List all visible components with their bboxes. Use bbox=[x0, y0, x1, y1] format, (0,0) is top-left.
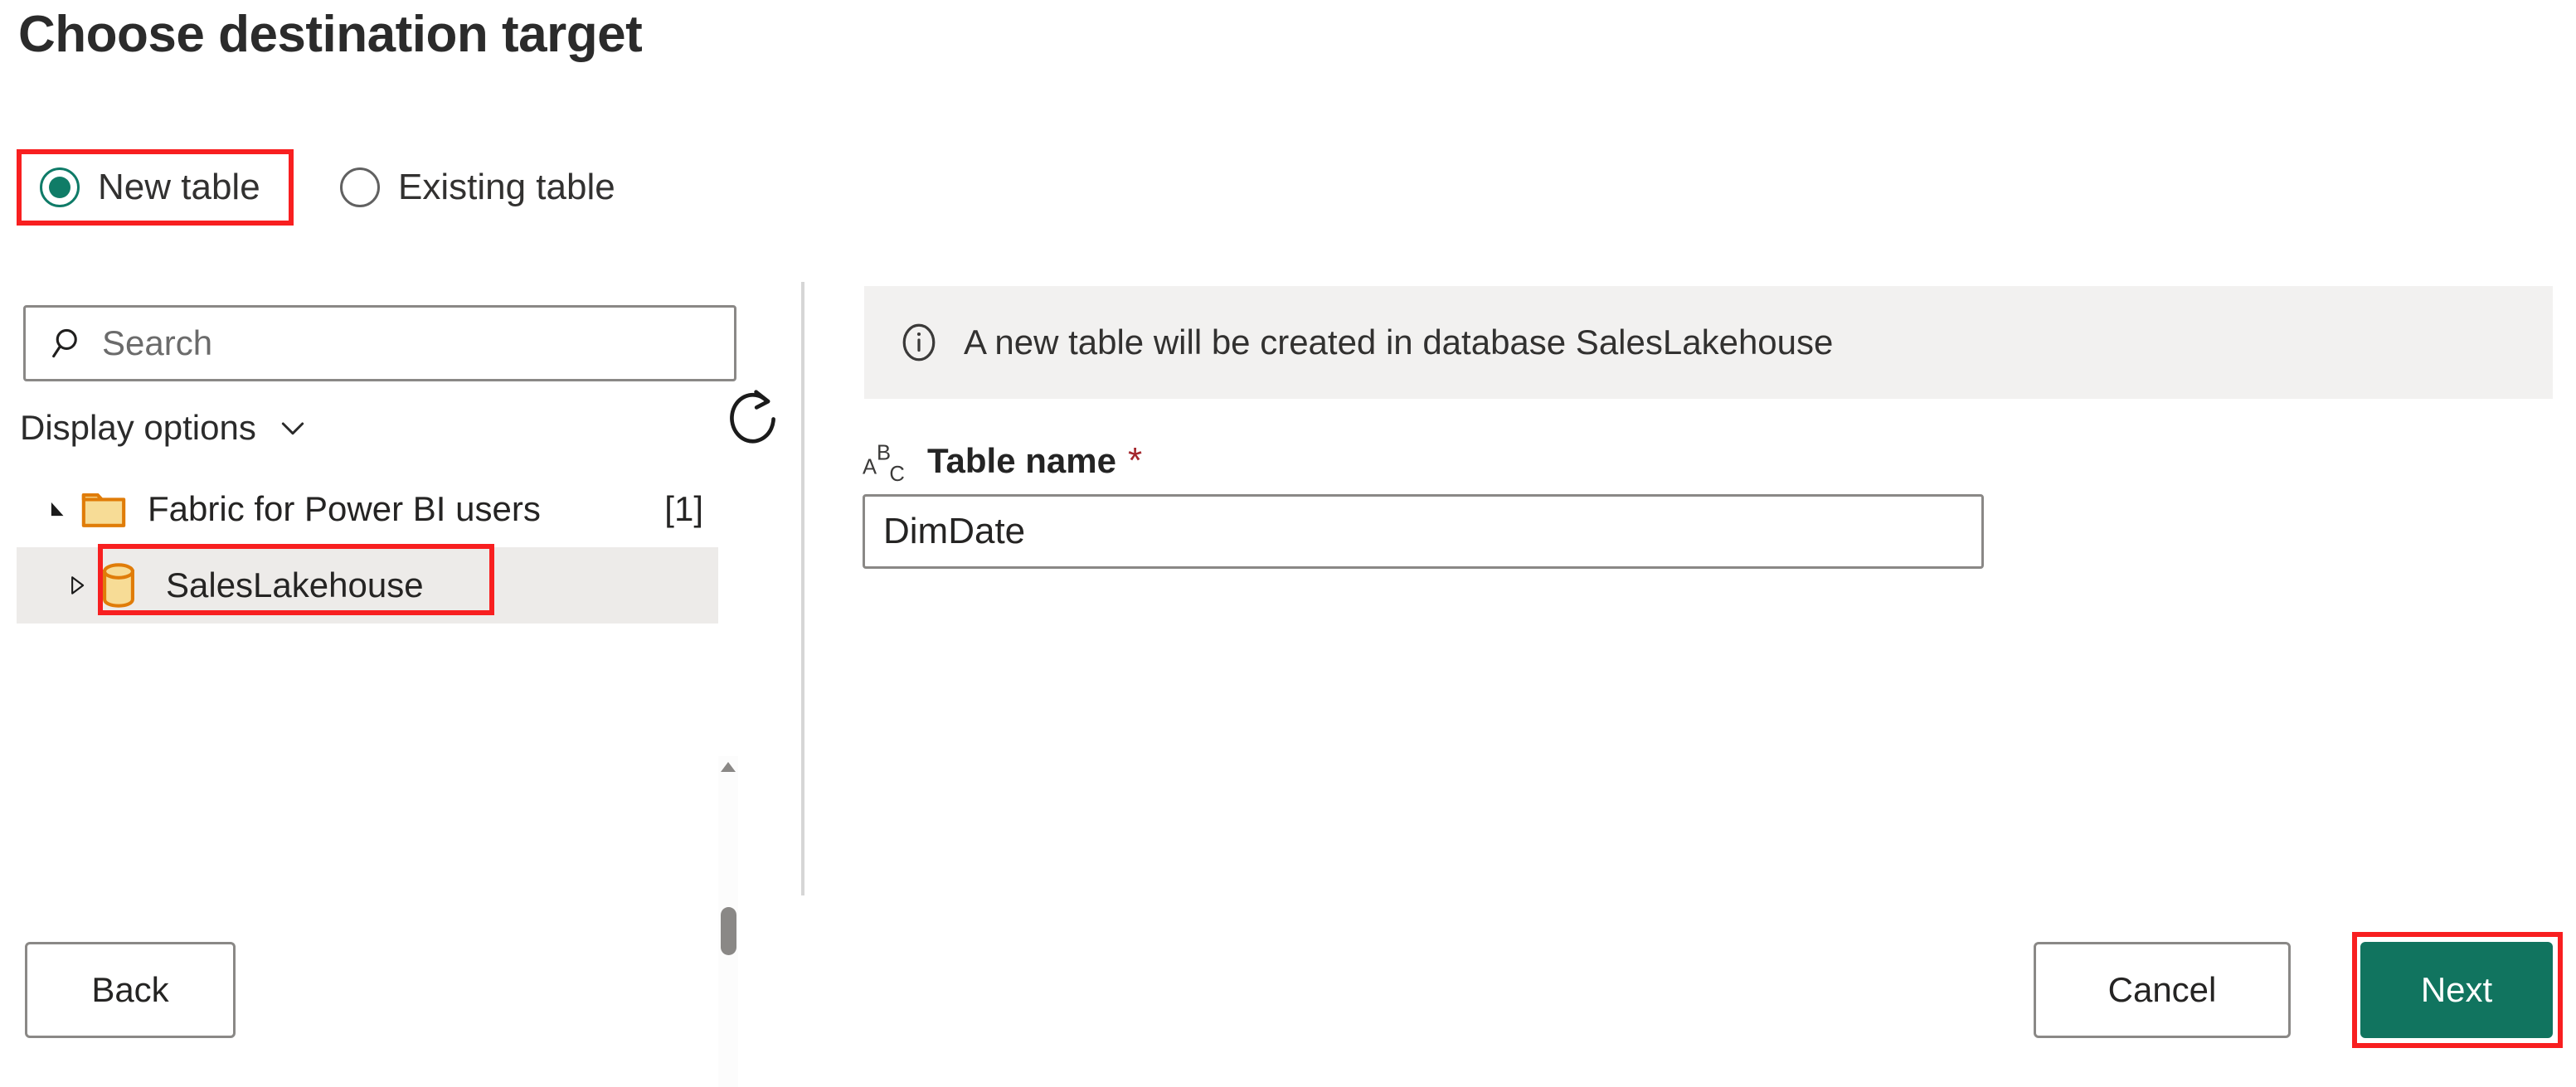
scroll-up-arrow-icon[interactable] bbox=[721, 761, 736, 772]
info-message-text: A new table will be created in database … bbox=[964, 323, 1834, 362]
folder-icon bbox=[80, 485, 128, 533]
display-options-row: Display options bbox=[20, 395, 736, 461]
radio-existing-table-inner[interactable]: Existing table bbox=[340, 149, 615, 226]
svg-text:A: A bbox=[863, 455, 877, 478]
radio-option-existing-table[interactable]: Existing table bbox=[340, 149, 615, 226]
radio-option-new-table[interactable]: New table bbox=[17, 149, 294, 226]
chevron-down-icon[interactable] bbox=[276, 411, 309, 444]
table-name-label: Table name bbox=[927, 441, 1116, 480]
database-cylinder-icon bbox=[98, 561, 146, 609]
tree-scrollbar[interactable] bbox=[718, 756, 738, 1087]
radio-selected-icon[interactable] bbox=[40, 167, 80, 207]
tree-item-label-saleslakehouse: SalesLakehouse bbox=[166, 565, 424, 604]
tree-item-workspace[interactable]: Fabric for Power BI users [1] bbox=[17, 471, 718, 547]
display-options-label: Display options bbox=[20, 408, 256, 447]
tree-item-label-workspace: Fabric for Power BI users bbox=[148, 489, 541, 528]
refresh-icon bbox=[730, 390, 775, 444]
tree-item-count-workspace: [1] bbox=[664, 489, 703, 528]
triangle-collapsed-icon[interactable] bbox=[58, 567, 95, 604]
destination-tree: Fabric for Power BI users [1] SalesLakeh… bbox=[17, 471, 718, 852]
cancel-button[interactable]: Cancel bbox=[2034, 942, 2291, 1038]
search-icon bbox=[52, 328, 77, 358]
radio-new-table-inner[interactable]: New table bbox=[40, 149, 260, 226]
svg-text:B: B bbox=[877, 441, 891, 464]
display-options-button[interactable]: Display options bbox=[20, 408, 309, 448]
pane-divider bbox=[801, 282, 804, 895]
radio-unselected-icon[interactable] bbox=[340, 167, 380, 207]
triangle-expanded-icon[interactable] bbox=[40, 491, 76, 527]
back-button[interactable]: Back bbox=[25, 942, 236, 1038]
scroll-thumb[interactable] bbox=[721, 907, 736, 955]
table-name-label-row: A B C Table name * bbox=[863, 438, 1142, 484]
radio-label-existing-table: Existing table bbox=[398, 167, 615, 207]
info-icon bbox=[902, 323, 936, 362]
radio-label-new-table: New table bbox=[98, 167, 260, 207]
source-browser-pane: Search Display options Fabric for Power … bbox=[0, 282, 801, 1087]
tree-item-saleslakehouse[interactable]: SalesLakehouse bbox=[17, 547, 718, 624]
search-input[interactable]: Search bbox=[23, 305, 736, 381]
abc-text-type-icon: A B C bbox=[863, 441, 905, 484]
page-title: Choose destination target bbox=[18, 6, 643, 63]
info-message-bar: A new table will be created in database … bbox=[864, 286, 2553, 399]
svg-text:C: C bbox=[889, 463, 904, 484]
table-name-input[interactable]: DimDate bbox=[863, 494, 1984, 569]
choose-destination-target-dialog: Choose destination target New table Exis… bbox=[0, 0, 2576, 1087]
required-marker: * bbox=[1127, 440, 1143, 481]
next-button[interactable]: Next bbox=[2360, 942, 2553, 1038]
search-placeholder-text: Search bbox=[102, 323, 213, 362]
refresh-button[interactable] bbox=[727, 388, 785, 451]
table-name-value: DimDate bbox=[883, 511, 1026, 551]
